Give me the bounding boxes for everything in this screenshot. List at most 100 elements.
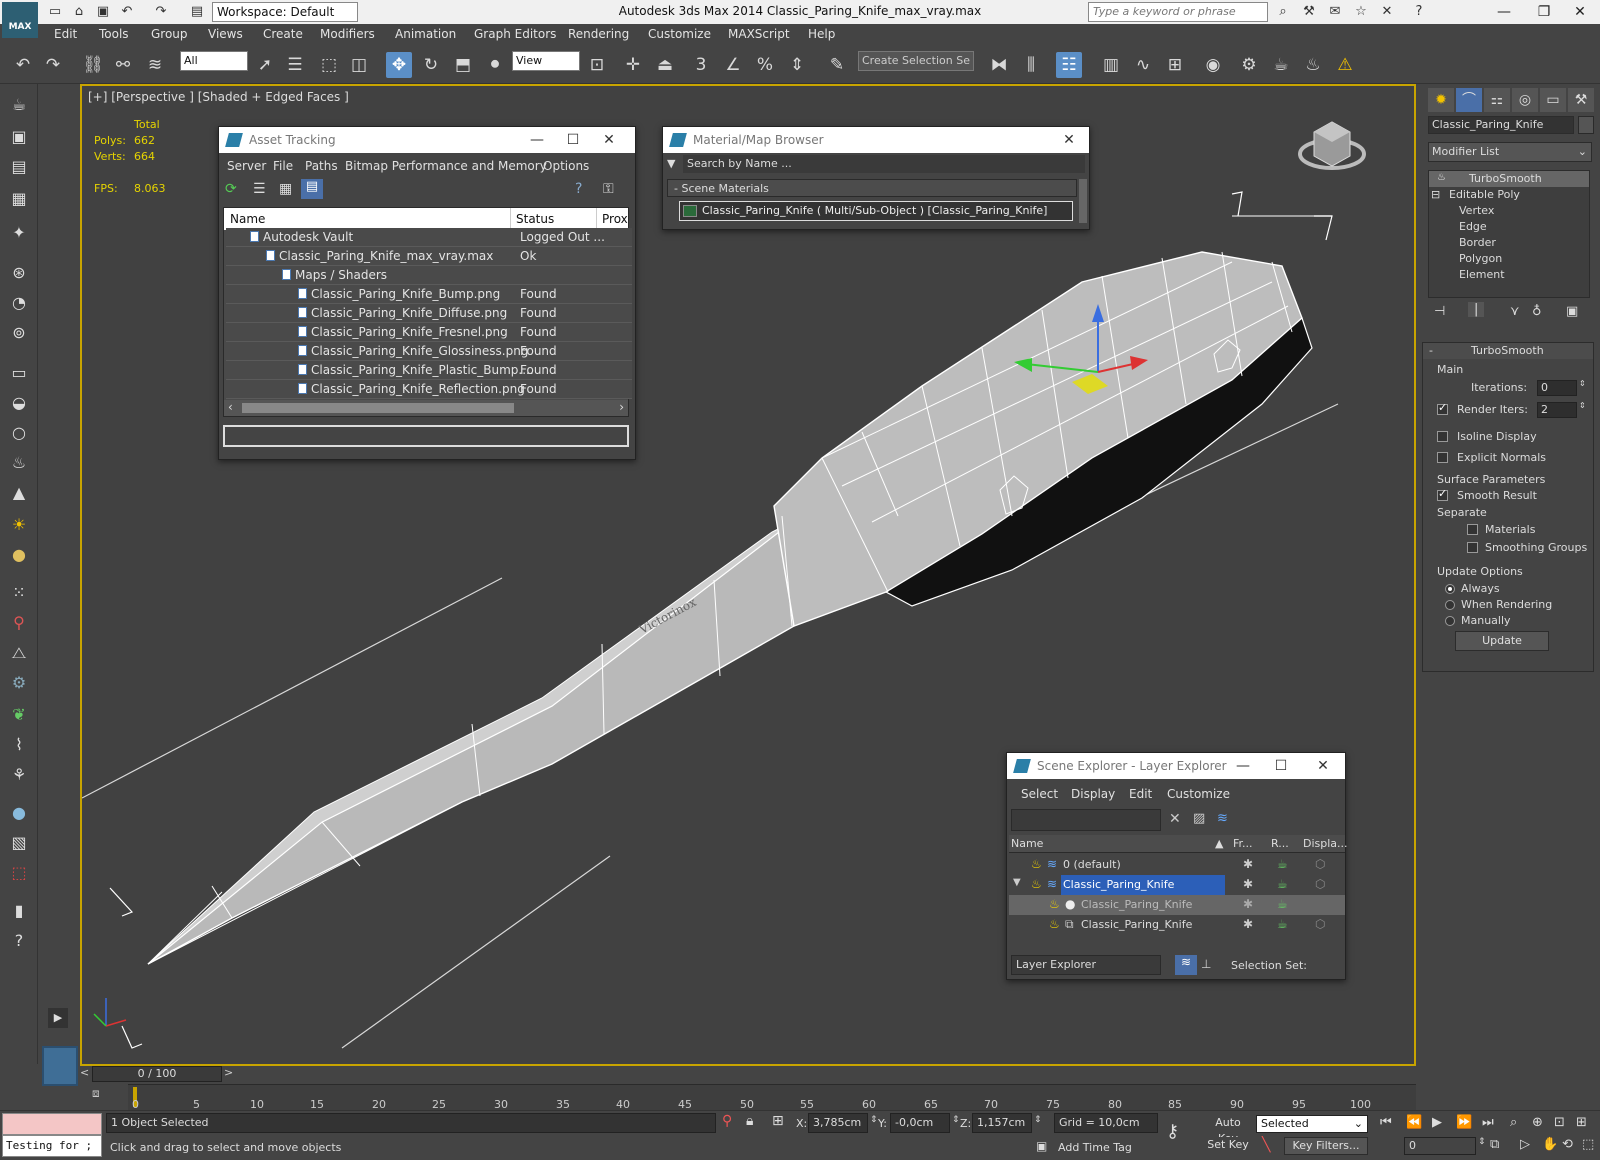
material-browser-title[interactable]: Material/Map Browser ✕	[663, 127, 1089, 153]
pivot-center-icon[interactable]: ⊡	[584, 52, 610, 78]
menu-group[interactable]: Group	[151, 27, 188, 41]
place-icon[interactable]: ⚫	[482, 52, 508, 78]
table-row[interactable]: Classic_Paring_Knife_Glossiness.png Found	[226, 342, 632, 361]
table-row[interactable]: Classic_Paring_Knife_max_vray.max Ok	[226, 247, 632, 266]
spinner-arrows-icon[interactable]: ⇕	[1579, 379, 1586, 388]
previous-key-icon[interactable]: ⏪	[1406, 1115, 1422, 1130]
table-row[interactable]: Classic_Paring_Knife_Bump.png Found	[226, 285, 632, 304]
grid-table-icon[interactable]: ▦	[6, 186, 32, 212]
close-icon[interactable]: ✕	[1051, 127, 1087, 153]
z-coordinate-field[interactable]: 1,157cm	[972, 1113, 1032, 1133]
save-file-icon[interactable]: ▣	[94, 3, 112, 21]
layer-explorer-toggle-icon[interactable]: ≋	[1175, 955, 1197, 975]
subscription-icon[interactable]: ⚒	[1300, 3, 1318, 21]
helper-icon[interactable]: ⧍	[6, 640, 32, 666]
stack-item-edge[interactable]: Edge	[1459, 220, 1487, 233]
absolute-mode-icon[interactable]: ⊞	[772, 1113, 784, 1129]
modify-tab-icon[interactable]: ⌒	[1456, 88, 1482, 112]
light-bulb-icon[interactable]: ♨	[1049, 917, 1060, 931]
menu-tools[interactable]: Tools	[99, 27, 129, 41]
render-teapot-icon[interactable]: ☕	[1277, 877, 1288, 891]
percent-snap-icon[interactable]: %	[752, 52, 778, 78]
zoom-all-icon[interactable]: ⊕	[1532, 1115, 1543, 1130]
redo-icon[interactable]: ↷	[40, 52, 66, 78]
freeze-icon[interactable]: ✱	[1243, 917, 1253, 931]
material-editor-icon[interactable]: ◉	[1200, 52, 1226, 78]
table-row[interactable]: Classic_Paring_Knife_Diffuse.png Found	[226, 304, 632, 323]
play-icon[interactable]: ▶	[1432, 1115, 1442, 1130]
maxscript-listener-input[interactable]: Testing for ;	[2, 1135, 102, 1157]
col-render[interactable]: R...	[1271, 837, 1289, 850]
create-tab-icon[interactable]: ✹	[1428, 88, 1454, 112]
table-row[interactable]: Classic_Paring_Knife_Plastic_Bump.... Fou…	[226, 361, 632, 380]
isoline-display-checkbox[interactable]	[1437, 431, 1448, 442]
refresh-icon[interactable]: ⟳	[225, 181, 237, 197]
at-menu-file[interactable]: File	[273, 159, 293, 173]
maxscript-listener-top[interactable]	[2, 1113, 102, 1135]
key-icon[interactable]: ⚷	[1166, 1121, 1179, 1142]
stack-item-turbosmooth[interactable]: ♨ TurboSmooth	[1429, 171, 1589, 187]
se-menu-edit[interactable]: Edit	[1129, 787, 1152, 801]
mirror-icon[interactable]: ⧓	[986, 52, 1012, 78]
auto-key-button[interactable]: Auto Key	[1204, 1115, 1252, 1145]
col-proxy[interactable]: Prox	[602, 212, 628, 226]
col-status[interactable]: Status	[516, 212, 554, 226]
spinner-snap-icon[interactable]: ⇕	[784, 52, 810, 78]
close-icon[interactable]: ✕	[1305, 753, 1341, 779]
device-icon[interactable]: ▮	[6, 898, 32, 924]
stack-item-vertex[interactable]: Vertex	[1459, 204, 1494, 217]
menu-help[interactable]: Help	[808, 27, 835, 41]
add-to-layer-icon[interactable]: ≋	[1217, 811, 1228, 826]
maximize-viewport-icon[interactable]: ⬚	[1582, 1137, 1594, 1152]
menu-customize[interactable]: Customize	[648, 27, 711, 41]
sphere-icon[interactable]: ○	[6, 420, 32, 446]
render-teapot-icon[interactable]: ☕	[1277, 917, 1288, 931]
particles-icon[interactable]: ⁙	[6, 580, 32, 606]
freeze-icon[interactable]: ✱	[1243, 877, 1253, 891]
motion-tab-icon[interactable]: ◎	[1512, 88, 1538, 112]
move-icon[interactable]: ✥	[386, 52, 412, 78]
keyword-search-input[interactable]: Type a keyword or phrase	[1088, 2, 1268, 22]
material-search-input[interactable]: Search by Name ...	[683, 155, 1085, 173]
key-mode-select[interactable]: Selected ⌄	[1256, 1115, 1368, 1133]
scroll-right-icon[interactable]: ›	[619, 400, 624, 414]
always-radio[interactable]	[1445, 584, 1455, 594]
at-menu-options[interactable]: Options	[543, 159, 589, 173]
keyboard-shortcut-icon[interactable]: ⏏	[652, 52, 678, 78]
light-bulb-icon[interactable]: ♨	[1049, 897, 1060, 911]
col-freeze[interactable]: Fr...	[1233, 837, 1253, 850]
hemisphere-icon[interactable]: ◒	[6, 390, 32, 416]
se-menu-select[interactable]: Select	[1021, 787, 1058, 801]
freeze-icon[interactable]: ✱	[1243, 857, 1253, 871]
key-tangent-icon[interactable]: ╲	[1262, 1137, 1270, 1153]
spinner-arrows-icon[interactable]: ⇕	[1478, 1137, 1486, 1147]
horizontal-scrollbar[interactable]: ‹ ›	[224, 400, 628, 416]
menu-views[interactable]: Views	[208, 27, 243, 41]
modifier-list-select[interactable]: Modifier List ⌄	[1428, 142, 1592, 162]
maximize-icon[interactable]: ☐	[1263, 753, 1299, 779]
communication-center-icon[interactable]: ✉	[1326, 3, 1344, 21]
exchange-icon[interactable]: ✕	[1378, 3, 1396, 21]
mini-listener-swatch[interactable]	[42, 1046, 78, 1086]
vertical-scrollbar[interactable]	[1079, 179, 1087, 223]
region-icon[interactable]: ⬚	[6, 860, 32, 886]
link-icon[interactable]: ⛓	[80, 52, 106, 78]
update-button[interactable]: Update	[1455, 631, 1549, 651]
table-row[interactable]: Classic_Paring_Knife_Reflection.png Found	[226, 380, 632, 399]
window-crossing-icon[interactable]: ◫	[346, 52, 372, 78]
smooth-result-checkbox[interactable]	[1437, 487, 1448, 501]
sort-ascending-icon[interactable]: ▲	[1215, 837, 1223, 850]
snaps-toggle-icon[interactable]: 3	[688, 52, 714, 78]
minimize-icon[interactable]: —	[1225, 753, 1261, 779]
key-filters-button[interactable]: Key Filters...	[1284, 1137, 1368, 1155]
utilities-tab-icon[interactable]: ⚒	[1568, 88, 1594, 112]
viewcube[interactable]	[1298, 121, 1366, 170]
render-iters-spinner[interactable]: 2	[1537, 402, 1577, 418]
teapot-shaded-icon[interactable]: ♨	[6, 450, 32, 476]
light-bulb-icon[interactable]: ♨	[1031, 857, 1042, 871]
curve-editor-icon[interactable]: ∿	[1130, 52, 1156, 78]
open-file-icon[interactable]: ⌂	[70, 3, 88, 21]
rollout-header[interactable]: - TurboSmooth	[1423, 343, 1593, 359]
smoothing-groups-checkbox[interactable]	[1467, 542, 1478, 553]
select-by-name-icon[interactable]: ☰	[282, 52, 308, 78]
